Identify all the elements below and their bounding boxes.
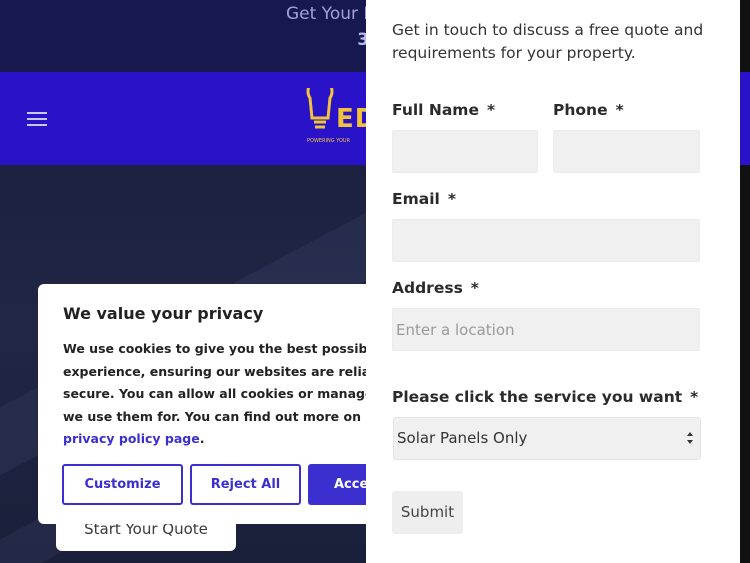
cookie-banner: We value your privacy We use cookies to … (38, 284, 383, 524)
select-arrows-icon (687, 432, 693, 444)
email-field[interactable] (392, 219, 700, 262)
form-intro: Get in touch to discuss a free quote and… (392, 21, 704, 62)
cookie-message: We use cookies to give you the best poss… (63, 338, 383, 451)
service-label: Please click the service you want * (392, 388, 699, 406)
full-name-input[interactable] (393, 131, 537, 172)
cookie-title: We value your privacy (63, 304, 264, 323)
customize-button[interactable]: Customize (62, 464, 183, 505)
quote-form-panel: Get in touch to discuss a free quote and… (366, 0, 740, 563)
email-label: Email * (392, 190, 456, 208)
address-input[interactable] (393, 309, 699, 350)
logo-tagline: POWERING YOUR (307, 138, 351, 144)
address-field[interactable] (392, 308, 700, 351)
email-input[interactable] (393, 220, 699, 261)
cookie-message-end: . (199, 431, 205, 446)
full-name-field[interactable] (392, 130, 538, 173)
menu-icon[interactable] (27, 112, 47, 126)
page-edge-header (740, 72, 750, 165)
phone-field[interactable] (553, 130, 700, 173)
service-select[interactable]: Solar Panels Only (393, 417, 701, 460)
address-label: Address * (392, 279, 479, 297)
reject-all-button[interactable]: Reject All (190, 464, 301, 505)
phone-label: Phone * (553, 101, 624, 119)
submit-button[interactable]: Submit (392, 491, 463, 534)
full-name-label: Full Name * (392, 101, 496, 119)
privacy-policy-link[interactable]: privacy policy page (63, 431, 200, 446)
cookie-message-text: We use cookies to give you the best poss… (63, 341, 383, 424)
service-selected-value: Solar Panels Only (397, 429, 528, 447)
phone-input[interactable] (554, 131, 699, 172)
